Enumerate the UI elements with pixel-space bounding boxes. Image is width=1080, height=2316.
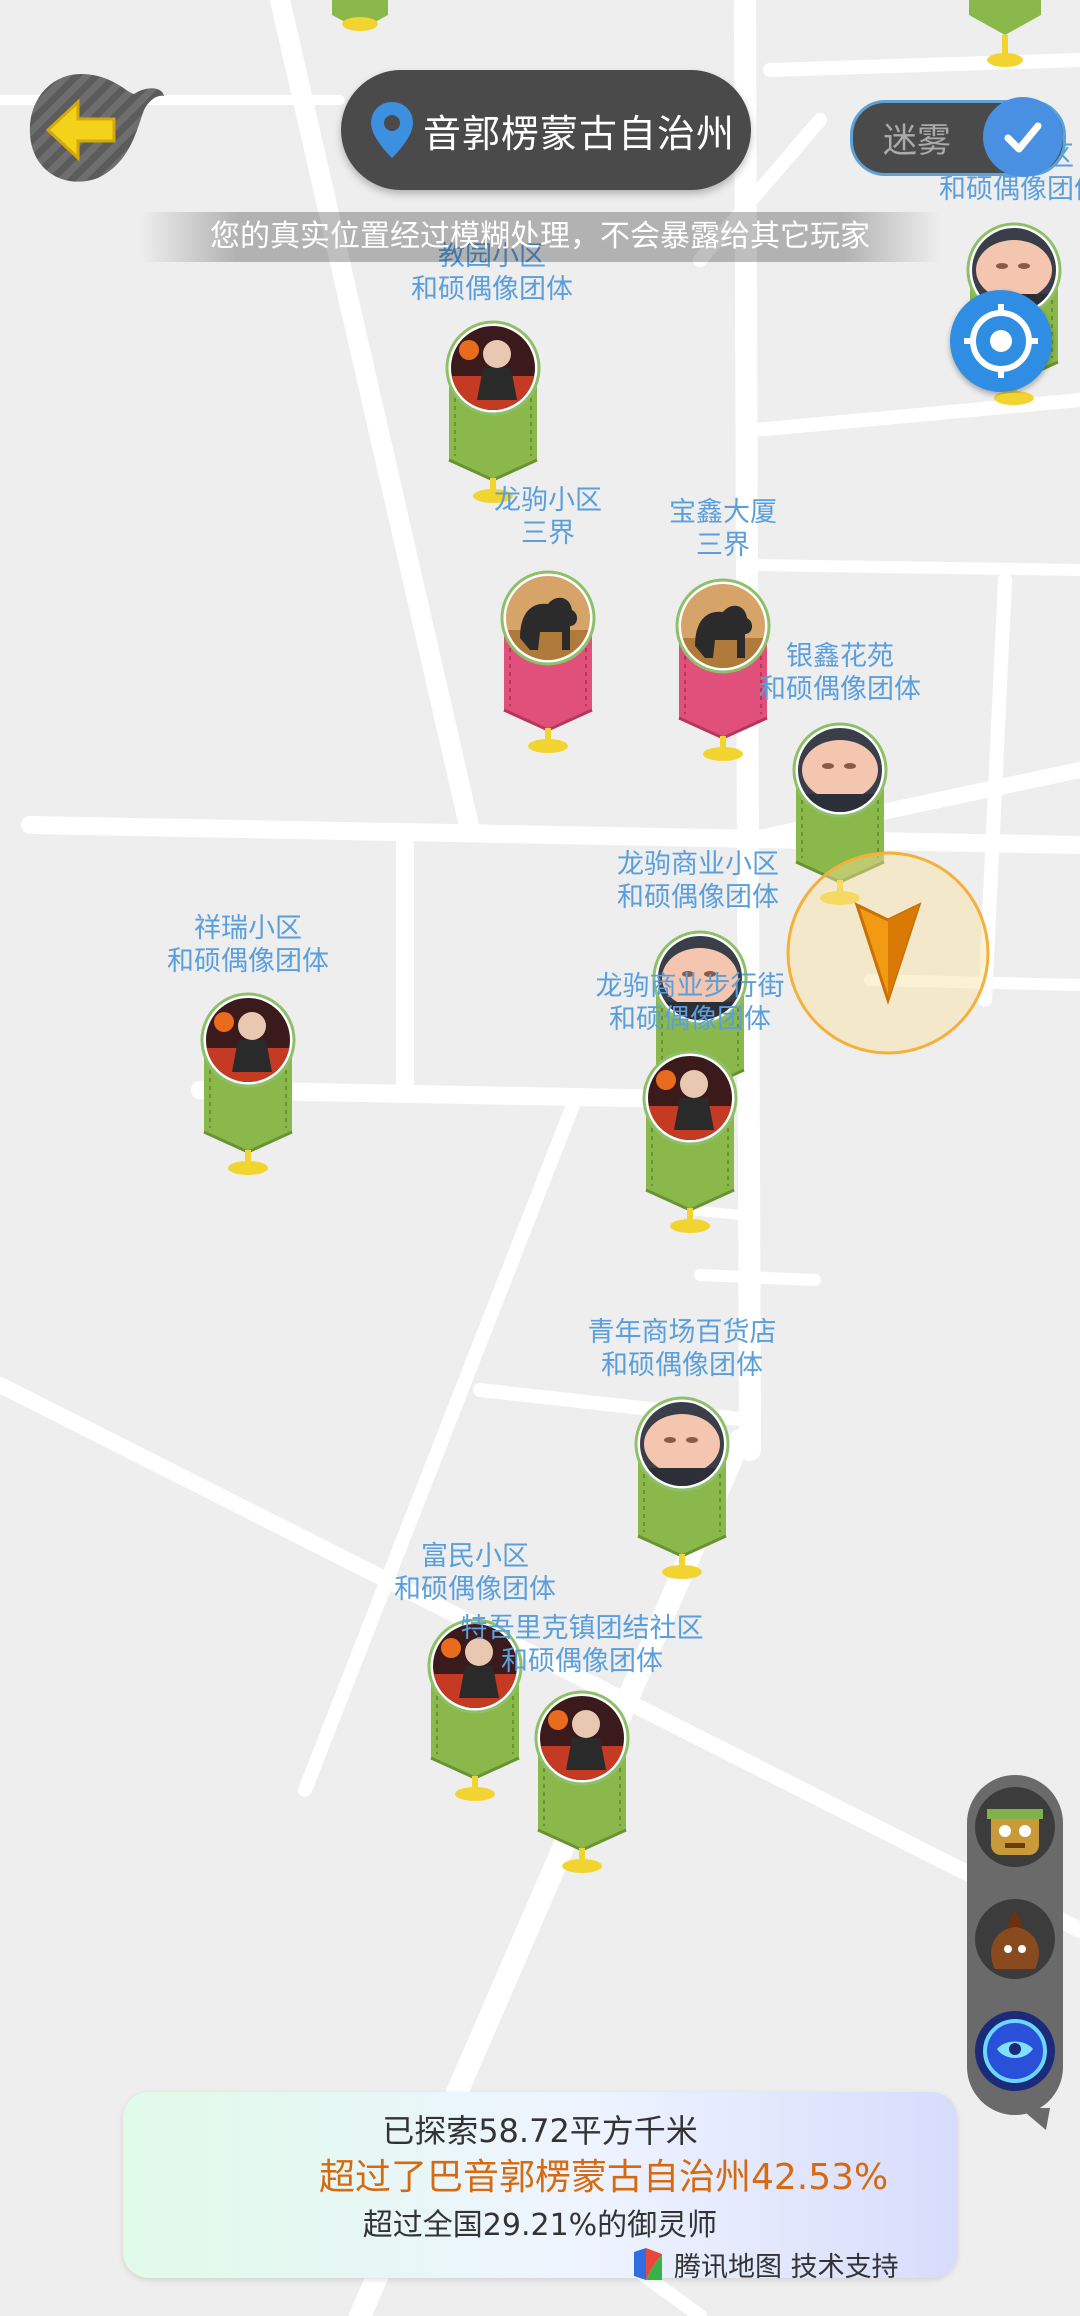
location-pill[interactable]: 音郭楞蒙古自治州 [341, 70, 751, 190]
marker-place-name: 龙驹商业小区 [617, 849, 779, 880]
marker-label: 宝鑫大厦 三界 [669, 496, 777, 562]
marker-place-name: 祥瑞小区 [194, 913, 302, 944]
privacy-notice: 您的真实位置经过模糊处理，不会暴露给其它玩家 [140, 212, 940, 262]
map-marker[interactable] [498, 570, 598, 760]
region-rank-text: 超过了巴音郭楞蒙古自治州42.53% [319, 2157, 889, 2198]
marker-label: 龙驹小区 三界 [494, 484, 602, 550]
marker-place-name: 银鑫花苑 [786, 641, 894, 672]
player-position-indicator [786, 851, 990, 1055]
marker-group-name: 和硕偶像团体 [501, 1646, 663, 1677]
marker-group-name: 和硕偶像团体 [411, 274, 573, 305]
robot-spirit-icon[interactable] [975, 1787, 1055, 1867]
marker-label: 祥瑞小区 和硕偶像团体 [167, 912, 329, 978]
fog-toggle-label: 迷雾 [883, 121, 951, 161]
location-pin-icon [371, 102, 413, 158]
marker-group-name: 和硕偶像团体 [617, 882, 779, 913]
marker-partial-top-right[interactable] [955, 0, 1055, 110]
crosshair-icon [964, 304, 1038, 378]
marker-place-name: 龙驹小区 [494, 485, 602, 516]
spirit-avatar-panel [967, 1775, 1063, 2115]
map-marker[interactable] [198, 992, 298, 1182]
marker-group-name: 和硕偶像团体 [167, 946, 329, 977]
marker-place-name: 青年商场百货店 [587, 1317, 777, 1348]
locate-me-button[interactable] [950, 290, 1052, 392]
blue-mask-spirit-icon[interactable] [975, 2011, 1055, 2091]
marker-group-name: 三界 [696, 530, 750, 561]
map-marker[interactable] [640, 1050, 740, 1240]
location-name: 音郭楞蒙古自治州 [423, 111, 736, 156]
tencent-map-logo-icon [634, 2248, 662, 2280]
panel-tail [1020, 2108, 1050, 2130]
map-attribution: 腾讯地图 技术支持 [630, 2244, 899, 2284]
marker-label: 银鑫花苑 和硕偶像团体 [759, 640, 921, 706]
marker-group-name: 和硕偶像团体 [609, 1004, 771, 1035]
locate-button-base [995, 393, 1031, 405]
explored-area-text: 已探索58.72平方千米 [382, 2112, 698, 2150]
fog-toggle[interactable]: 迷雾 [850, 97, 1066, 177]
marker-group-name: 和硕偶像团体 [394, 1574, 556, 1605]
back-button[interactable] [26, 72, 166, 190]
marker-place-name: 宝鑫大厦 [669, 497, 777, 528]
marker-group-name: 和硕偶像团体 [939, 174, 1080, 205]
map-marker[interactable] [532, 1690, 632, 1880]
checkmark-icon [983, 97, 1063, 177]
map-marker[interactable] [673, 578, 773, 768]
marker-label: 特吾里克镇团结社区 和硕偶像团体 [461, 1612, 704, 1678]
marker-group-name: 和硕偶像团体 [601, 1350, 763, 1381]
marker-group-name: 和硕偶像团体 [759, 674, 921, 705]
map-marker[interactable] [443, 320, 543, 510]
marker-label: 龙驹商业小区 和硕偶像团体 [617, 848, 779, 914]
national-rank-text: 超过全国29.21%的御灵师 [362, 2208, 718, 2243]
marker-place-name: 龙驹商业步行街 [595, 971, 785, 1002]
marker-place-name: 特吾里克镇团结社区 [460, 1613, 704, 1644]
marker-label: 富民小区 和硕偶像团体 [394, 1540, 556, 1606]
map-marker[interactable] [632, 1396, 732, 1586]
marker-label: 龙驹商业步行街 和硕偶像团体 [596, 970, 785, 1036]
bag-spirit-icon[interactable] [975, 1899, 1055, 1979]
attribution-text: 腾讯地图 技术支持 [674, 2251, 899, 2283]
marker-label: 青年商场百货店 和硕偶像团体 [588, 1316, 777, 1382]
marker-place-name: 富民小区 [421, 1541, 529, 1572]
marker-group-name: 三界 [521, 518, 575, 549]
